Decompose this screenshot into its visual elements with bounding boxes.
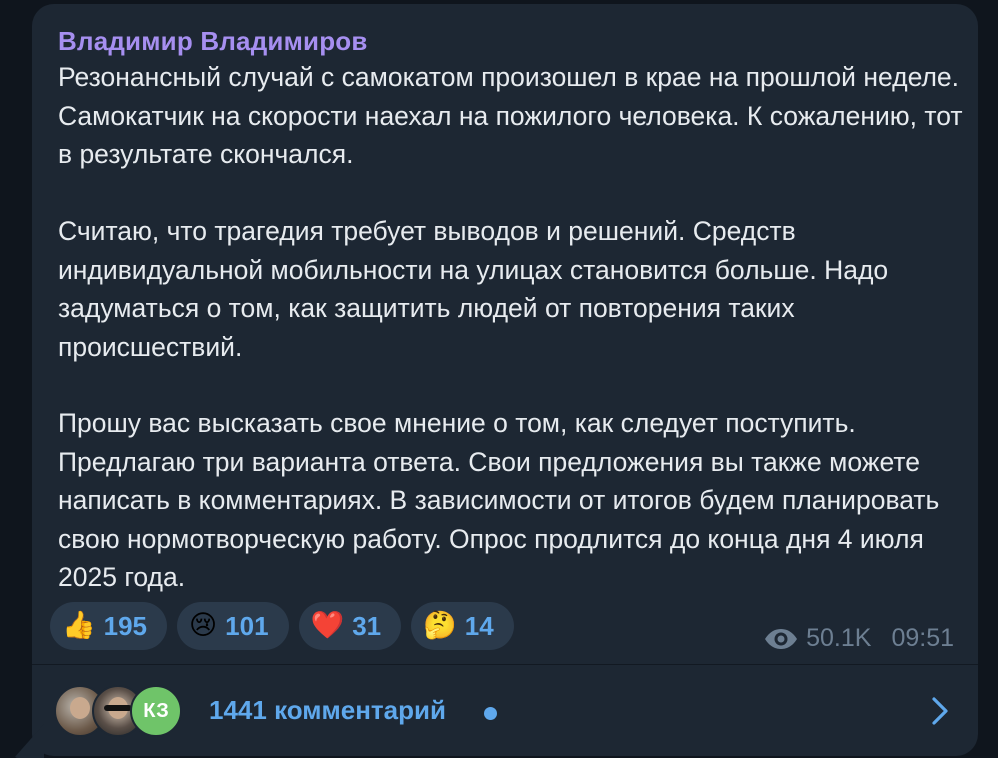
- unread-indicator: [484, 707, 497, 720]
- reaction-crying-face[interactable]: 😢 101: [177, 602, 289, 650]
- reaction-thinking-face[interactable]: 🤔 14: [411, 602, 514, 650]
- avatar-initials: КЗ: [130, 685, 182, 737]
- reaction-count: 31: [352, 610, 382, 641]
- comments-button[interactable]: КЗ 1441 комментарий: [32, 665, 978, 756]
- reaction-count: 195: [103, 610, 148, 641]
- chevron-right-icon: [930, 695, 950, 727]
- reaction-red-heart[interactable]: ❤️ 31: [298, 602, 402, 650]
- comments-count-label: 1441 комментарий: [209, 695, 446, 725]
- views-count: 50.1K: [806, 624, 872, 652]
- reaction-count: 14: [464, 610, 494, 641]
- message-meta: 50.1K 09:51: [764, 624, 954, 653]
- commenter-avatars: КЗ: [54, 685, 194, 737]
- reaction-count: 101: [225, 610, 269, 641]
- author-name[interactable]: Владимир Владимиров: [58, 26, 368, 57]
- message-time: 09:51: [891, 624, 954, 652]
- post-paragraph-2: Считаю, что трагедия требует выводов и р…: [58, 216, 889, 362]
- eye-icon: [764, 628, 798, 650]
- reactions-bar: 👍 195 😢 101 ❤️ 31 🤔 14: [50, 602, 514, 650]
- red-heart-icon: ❤️: [310, 610, 345, 641]
- reaction-thumbs-up[interactable]: 👍 195: [50, 602, 168, 650]
- post-paragraph-3: Прошу вас высказать свое мнение о том, к…: [58, 408, 940, 593]
- thinking-face-icon: 🤔: [423, 610, 457, 641]
- post-paragraph-1: Резонансный случай с самокатом произошел…: [58, 62, 963, 170]
- crying-face-icon: 😢: [189, 610, 218, 641]
- thumbs-up-icon: 👍: [62, 610, 96, 641]
